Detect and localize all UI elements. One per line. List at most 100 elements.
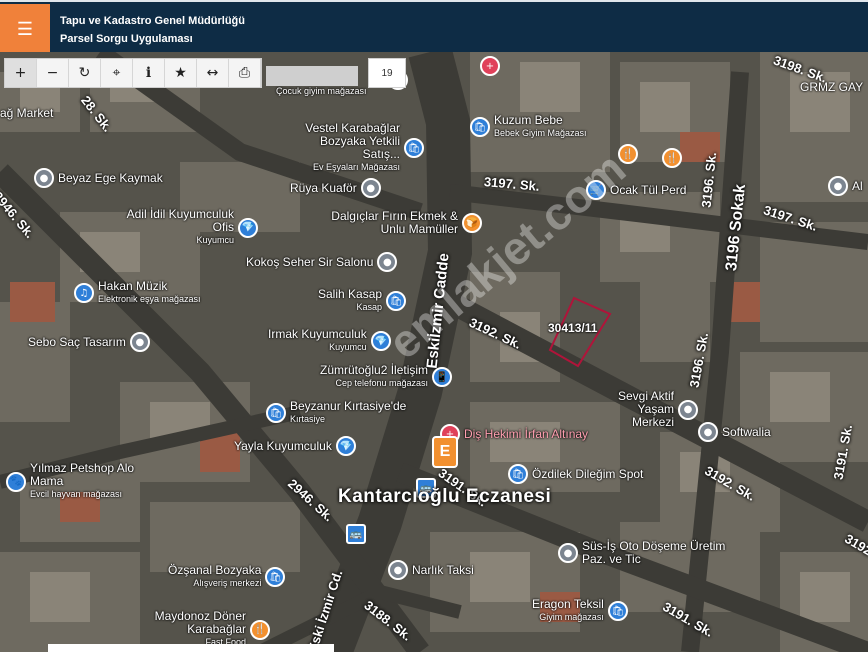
restaurant-icon: 🍴 xyxy=(250,619,270,640)
location-pin-icon: ● xyxy=(698,422,718,442)
poi-marker[interactable]: 🛍 Beyzanur Kırtasiye'de Kırtasiye xyxy=(266,400,406,426)
locate-icon[interactable]: ⌖ xyxy=(101,59,133,87)
poi-marker[interactable]: + Diş Hekimi İrfan Altınay xyxy=(440,424,588,444)
poi-name: Beyzanur Kırtasiye'de xyxy=(290,399,407,413)
location-pin-icon: ● xyxy=(377,252,398,272)
poi-marker[interactable]: ● Al xyxy=(828,176,863,196)
location-pin-icon: ● xyxy=(388,560,408,580)
poi-marker[interactable]: 🛍 Özşanal Bozyaka Alışveriş merkezi xyxy=(168,563,286,590)
music-store-icon: ♫ xyxy=(74,283,94,303)
poi-name: Eragon Teksil xyxy=(532,597,604,611)
poi-marker[interactable]: ♫ Hakan Müzik Elektronik eşya mağazası xyxy=(74,280,201,306)
poi-marker[interactable]: 🛍 Özdilek Dileğim Spot xyxy=(508,464,643,484)
poi-marker[interactable]: ● Beyaz Ege Kaymak xyxy=(34,168,163,188)
location-pin-icon: ● xyxy=(828,176,848,196)
map-toolbar: + − ↻ ⌖ i ★ ↔ ⎙ xyxy=(4,58,262,88)
restaurant-icon[interactable]: 🍴 xyxy=(618,144,638,164)
poi-category: Kuyumcu xyxy=(329,342,367,352)
poi-name: Salih Kasap xyxy=(318,287,383,301)
restaurant-icon[interactable]: 🍴 xyxy=(662,148,682,168)
poi-name: Dalgıçlar Fırın Ekmek & Unlu Mamüller xyxy=(331,209,458,236)
poi-marker[interactable]: 🛍 Kuzum Bebe Bebek Giyim Mağazası xyxy=(470,114,587,140)
location-pin-icon: ● xyxy=(129,332,150,352)
poi-marker[interactable]: ● Kokoş Seher Sir Salonu xyxy=(246,252,398,272)
mall-icon: 🛍 xyxy=(265,567,286,587)
zoom-in-icon[interactable]: + xyxy=(5,59,37,87)
poi-marker[interactable]: 🛍 Salih Kasap Kasap xyxy=(318,287,407,314)
shopping-bag-icon: 🛍 xyxy=(404,138,424,158)
poi-name: Vestel Karabağlar Bozyaka Yetkili Satış.… xyxy=(305,121,400,161)
pharmacy-icon[interactable]: E xyxy=(432,436,458,468)
poi-category: Bebek Giyim Mağazası xyxy=(494,128,587,138)
poi-name: Özşanal Bozyaka xyxy=(168,563,262,577)
poi-name: Kuzum Bebe xyxy=(494,113,563,127)
star-icon[interactable]: ★ xyxy=(165,59,197,87)
zoom-out-icon[interactable]: − xyxy=(37,59,69,87)
shopping-bag-icon: 🛍 xyxy=(470,117,490,137)
satellite-map[interactable]: 28. Sk. 3198. Sk. 3197. Sk. 3197. Sk. 31… xyxy=(0,52,868,652)
poi-marker[interactable]: ● Softwalia xyxy=(698,422,771,442)
pet-store-icon: 🐾 xyxy=(6,471,26,492)
pharmacy-label: Kantarcıoğlu Eczanesi xyxy=(338,486,552,507)
poi-marker[interactable]: 🍞 Dalgıçlar Fırın Ekmek & Unlu Mamüller xyxy=(318,210,482,236)
poi-name: Özdilek Dileğim Spot xyxy=(532,466,644,481)
poi-category: Evcil hayvan mağazası xyxy=(30,489,123,499)
poi-name: Al xyxy=(852,178,863,193)
poi-category: Alışveriş merkezi xyxy=(193,578,262,588)
info-icon[interactable]: i xyxy=(133,59,165,87)
poi-marker[interactable]: 📱 Zümrütoğlu2 İletişim Cep telefonu mağaz… xyxy=(320,364,453,390)
poi-marker[interactable]: 💎 Irmak Kuyumculuk Kuyumcu xyxy=(268,328,391,354)
hospital-icon[interactable]: + xyxy=(480,56,500,76)
poi-marker[interactable]: ● Narlık Taksi xyxy=(388,560,474,580)
jewelry-icon: 💎 xyxy=(335,436,356,456)
poi-name: Beyaz Ege Kaymak xyxy=(58,170,163,185)
poi-marker[interactable]: 🛍 Eragon Teksil Giyim mağazası xyxy=(532,598,628,624)
poi-label: ağ Market xyxy=(0,106,54,120)
poi-name: Yılmaz Petshop Alo Mama xyxy=(30,461,135,488)
location-pin-icon: ● xyxy=(34,168,54,188)
poi-name: Adil İdil Kuyumculuk Ofis xyxy=(126,207,234,234)
search-input[interactable] xyxy=(266,66,358,86)
print-icon[interactable]: ⎙ xyxy=(229,59,261,87)
poi-category: Elektronik eşya mağazası xyxy=(98,294,201,304)
poi-category: Ev Eşyaları Mağazası xyxy=(312,162,400,172)
jewelry-icon: 💎 xyxy=(238,217,258,238)
poi-marker[interactable]: ● Süs-İş Oto Döşeme Üretim Paz. ve Tic xyxy=(558,540,732,566)
poi-marker[interactable]: 🛍 Vestel Karabağlar Bozyaka Yetkili Satı… xyxy=(280,122,424,174)
poi-name: Süs-İş Oto Döşeme Üretim Paz. ve Tic xyxy=(582,539,726,566)
poi-category: Giyim mağazası xyxy=(539,612,604,622)
poi-name: Hakan Müzik xyxy=(98,279,168,293)
location-pin-icon: ● xyxy=(678,399,698,420)
hamburger-icon[interactable]: ☰ xyxy=(0,4,50,54)
poi-name: Narlık Taksi xyxy=(412,562,474,577)
poi-category: Cep telefonu mağazası xyxy=(335,378,429,388)
parcel-label[interactable]: 30413/11 xyxy=(548,321,597,335)
poi-marker[interactable]: 🐾 Yılmaz Petshop Alo Mama Evcil hayvan ma… xyxy=(6,462,140,501)
poi-name: Irmak Kuyumculuk xyxy=(268,327,367,341)
poi-name: Sevgi Aktif Yaşam Merkezi xyxy=(617,389,674,429)
measure-icon[interactable]: ↔ xyxy=(197,59,229,87)
poi-name: Rüya Kuaför xyxy=(290,180,357,195)
poi-marker[interactable]: ● Rüya Kuaför xyxy=(290,178,381,198)
bottom-panel xyxy=(48,644,334,652)
app-title: Tapu ve Kadastro Genel Müdürlüğü Parsel … xyxy=(60,12,245,48)
poi-name: Kokoş Seher Sir Salonu xyxy=(246,254,374,269)
poi-name: Sebo Saç Tasarım xyxy=(28,334,126,349)
zoom-level: 19 xyxy=(368,58,406,88)
refresh-icon[interactable]: ↻ xyxy=(69,59,101,87)
poi-marker[interactable]: 💎 Yayla Kuyumculuk xyxy=(234,436,356,456)
poi-marker[interactable]: 💎 Adil İdil Kuyumculuk Ofis Kuyumcu xyxy=(124,208,258,247)
clothing-store-icon: 🛍 xyxy=(607,601,628,621)
poi-category: Kuyumcu xyxy=(196,235,234,245)
poi-label: Çocuk giyim mağazası xyxy=(276,86,367,96)
poi-category: Kasap xyxy=(356,302,383,312)
shopping-bag-icon: 🛍 xyxy=(508,464,528,484)
bus-stop-icon[interactable]: 🚌 xyxy=(346,524,366,544)
location-pin-icon: ● xyxy=(360,178,381,198)
poi-marker[interactable]: ● Sebo Saç Tasarım xyxy=(28,332,150,352)
poi-label: GRMZ GAY xyxy=(800,80,864,94)
poi-name: Maydonoz Döner Karabağlar xyxy=(154,609,246,636)
location-pin-icon: ● xyxy=(558,543,578,563)
poi-marker[interactable]: ● Sevgi Aktif Yaşam Merkezi xyxy=(594,390,698,429)
app-header: ☰ Tapu ve Kadastro Genel Müdürlüğü Parse… xyxy=(0,0,868,54)
